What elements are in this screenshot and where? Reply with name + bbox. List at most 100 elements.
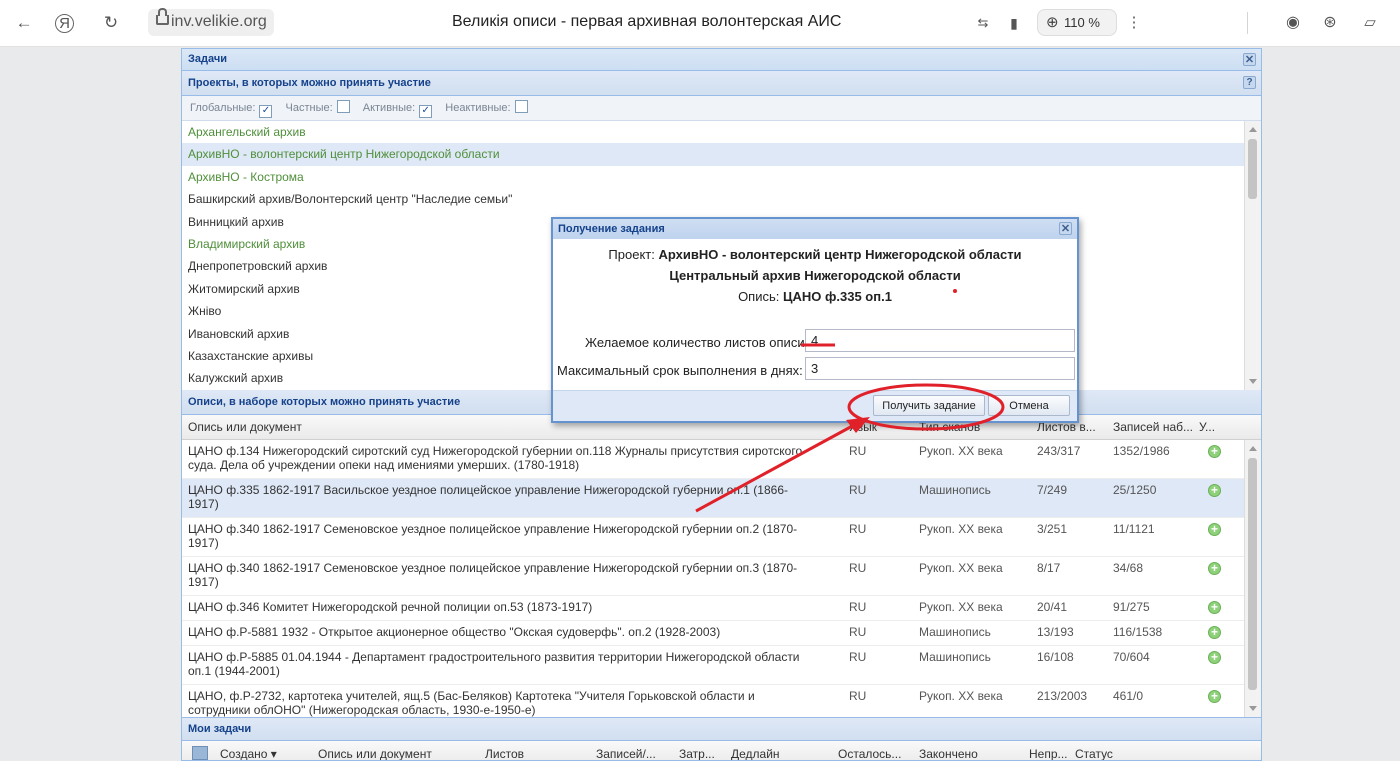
row-language: RU bbox=[849, 561, 867, 575]
scroll-thumb[interactable] bbox=[1248, 139, 1257, 199]
archive-name: Центральный архив Нижегородской области bbox=[669, 268, 961, 283]
inventory-value: ЦАНО ф.335 оп.1 bbox=[783, 289, 892, 304]
row-scan-type: Рукоп. XX века bbox=[919, 600, 1003, 614]
dialog-body: Проект: АрхивНО - волонтерский центр Ниж… bbox=[553, 239, 1077, 391]
add-plus-icon[interactable]: + bbox=[1208, 690, 1221, 703]
scroll-up-icon[interactable] bbox=[1249, 446, 1257, 451]
row-records: 1352/1986 bbox=[1113, 444, 1170, 458]
project-item[interactable]: Башкирский архив/Волонтерский центр "Нас… bbox=[182, 188, 1261, 210]
row-language: RU bbox=[849, 689, 867, 703]
row-document: ЦАНО ф.134 Нижегородский сиротский суд Н… bbox=[188, 444, 803, 472]
row-sheets: 16/108 bbox=[1037, 650, 1074, 664]
inventories-scrollbar[interactable] bbox=[1244, 440, 1261, 717]
table-row[interactable]: ЦАНО, ф.Р-2732, картотека учителей, ящ.5… bbox=[182, 685, 1261, 717]
row-document: ЦАНО ф.346 Комитет Нижегородской речной … bbox=[188, 600, 593, 614]
add-plus-icon[interactable]: + bbox=[1208, 523, 1221, 536]
row-scan-type: Рукоп. XX века bbox=[919, 444, 1003, 458]
sheets-count-input[interactable]: 4 bbox=[805, 329, 1075, 352]
inventories-panel-title: Описи, в наборе которых можно принять уч… bbox=[188, 396, 461, 408]
dialog-title: Получение задания bbox=[558, 223, 665, 235]
days-limit-input[interactable]: 3 bbox=[805, 357, 1075, 380]
table-row[interactable]: ЦАНО ф.340 1862-1917 Семеновское уездное… bbox=[182, 557, 1261, 596]
more-icon[interactable]: ⋮ bbox=[1124, 13, 1144, 33]
col-task-sheets[interactable]: Листов bbox=[485, 747, 524, 760]
col-document[interactable]: Опись или документ bbox=[188, 420, 302, 434]
col-task-spent[interactable]: Затр... bbox=[679, 747, 715, 760]
add-plus-icon[interactable]: + bbox=[1208, 445, 1221, 458]
filter-private-checkbox[interactable] bbox=[336, 100, 350, 113]
window-close-icon[interactable]: ✕ bbox=[1243, 53, 1256, 66]
filter-global-checkbox[interactable]: ✓ bbox=[259, 105, 273, 118]
table-row[interactable]: ЦАНО ф.Р-5881 1932 - Открытое акционерно… bbox=[182, 621, 1261, 646]
scroll-up-icon[interactable] bbox=[1249, 127, 1257, 132]
table-row[interactable]: ЦАНО ф.335 1862-1917 Васильское уездное … bbox=[182, 479, 1261, 518]
window-header: Задачи ✕ bbox=[182, 49, 1261, 71]
table-row[interactable]: ЦАНО ф.340 1862-1917 Семеновское уездное… bbox=[182, 518, 1261, 557]
row-records: 70/604 bbox=[1113, 650, 1150, 664]
browser-page-title: Великія описи - первая архивная волонтер… bbox=[452, 13, 842, 30]
filter-active-checkbox[interactable]: ✓ bbox=[419, 105, 433, 118]
window-title: Задачи bbox=[188, 53, 227, 65]
address-bar[interactable]: inv.velikie.org bbox=[148, 8, 274, 36]
zoom-control[interactable]: ⊕ 110 % bbox=[1037, 9, 1117, 36]
back-icon[interactable]: ← bbox=[14, 13, 34, 33]
col-task-finished[interactable]: Закончено bbox=[919, 747, 978, 760]
project-item[interactable]: АрхивНО - волонтерский центр Нижегородск… bbox=[182, 143, 1261, 166]
row-document: ЦАНО ф.Р-5885 01.04.1944 - Департамент г… bbox=[188, 650, 800, 678]
browser-toolbar: ← Я ↻ inv.velikie.org Великія описи - пе… bbox=[0, 0, 1400, 47]
row-document: ЦАНО ф.340 1862-1917 Семеновское уездное… bbox=[188, 522, 798, 550]
table-row[interactable]: ЦАНО ф.346 Комитет Нижегородской речной … bbox=[182, 596, 1261, 621]
scroll-down-icon[interactable] bbox=[1249, 706, 1257, 711]
col-task-status[interactable]: Статус bbox=[1075, 747, 1113, 760]
add-plus-icon[interactable]: + bbox=[1208, 484, 1221, 497]
row-document: ЦАНО ф.335 1862-1917 Васильское уездное … bbox=[188, 483, 788, 511]
extension-icon[interactable]: ▱ bbox=[1360, 13, 1380, 33]
my-tasks-title: Мои задачи bbox=[188, 723, 252, 735]
dialog-close-icon[interactable]: ✕ bbox=[1059, 222, 1072, 235]
alice-icon[interactable]: ◉ bbox=[1283, 13, 1303, 33]
url-text[interactable]: inv.velikie.org bbox=[171, 13, 267, 31]
col-records[interactable]: Записей наб... bbox=[1113, 420, 1193, 434]
col-created[interactable]: Создано ▾ bbox=[220, 747, 277, 760]
help-icon[interactable]: ? bbox=[1243, 76, 1256, 89]
translate-icon[interactable]: ⇆ bbox=[973, 13, 993, 33]
row-scan-type: Машинопись bbox=[919, 483, 991, 497]
add-plus-icon[interactable]: + bbox=[1208, 626, 1221, 639]
toolbar-divider bbox=[1247, 12, 1248, 34]
scroll-down-icon[interactable] bbox=[1249, 379, 1257, 384]
col-task-remaining[interactable]: Осталось... bbox=[838, 747, 901, 760]
project-item[interactable]: Архангельский архив bbox=[182, 121, 1261, 143]
row-language: RU bbox=[849, 625, 867, 639]
task-type-icon bbox=[192, 746, 208, 760]
row-language: RU bbox=[849, 444, 867, 458]
filter-active-label: Активные: bbox=[362, 102, 416, 114]
dialog-archive-line: Центральный архив Нижегородской области bbox=[553, 268, 1077, 283]
row-scan-type: Машинопись bbox=[919, 625, 991, 639]
col-task-document[interactable]: Опись или документ bbox=[318, 747, 432, 760]
col-task-unchecked[interactable]: Непр... bbox=[1029, 747, 1068, 760]
dialog-inventory-line: Опись: ЦАНО ф.335 оп.1 bbox=[553, 289, 1077, 304]
lock-icon bbox=[156, 8, 169, 25]
add-plus-icon[interactable]: + bbox=[1208, 562, 1221, 575]
get-task-button[interactable]: Получить задание bbox=[873, 395, 985, 416]
row-sheets: 3/251 bbox=[1037, 522, 1068, 536]
yandex-logo-icon[interactable]: Я bbox=[55, 14, 74, 33]
table-row[interactable]: ЦАНО ф.Р-5885 01.04.1944 - Департамент г… bbox=[182, 646, 1261, 685]
globe-icon[interactable]: ⊛ bbox=[1320, 13, 1340, 33]
reload-icon[interactable]: ↻ bbox=[101, 13, 121, 33]
add-plus-icon[interactable]: + bbox=[1208, 651, 1221, 664]
row-scan-type: Рукоп. XX века bbox=[919, 561, 1003, 575]
table-row[interactable]: ЦАНО ф.134 Нижегородский сиротский суд Н… bbox=[182, 440, 1261, 479]
col-participants[interactable]: У... bbox=[1199, 420, 1215, 434]
row-records: 34/68 bbox=[1113, 561, 1144, 575]
cancel-button[interactable]: Отмена bbox=[988, 395, 1070, 416]
add-plus-icon[interactable]: + bbox=[1208, 601, 1221, 614]
projects-scrollbar[interactable] bbox=[1244, 121, 1261, 390]
filter-inactive-checkbox[interactable] bbox=[514, 100, 528, 113]
filter-private-label: Частные: bbox=[285, 102, 333, 114]
scroll-thumb[interactable] bbox=[1248, 458, 1257, 690]
col-task-deadline[interactable]: Дедлайн bbox=[731, 747, 780, 760]
bookmark-icon[interactable]: ▮ bbox=[1004, 13, 1024, 33]
col-task-records[interactable]: Записей/... bbox=[596, 747, 656, 760]
project-item[interactable]: АрхивНО - Кострома bbox=[182, 166, 1261, 188]
